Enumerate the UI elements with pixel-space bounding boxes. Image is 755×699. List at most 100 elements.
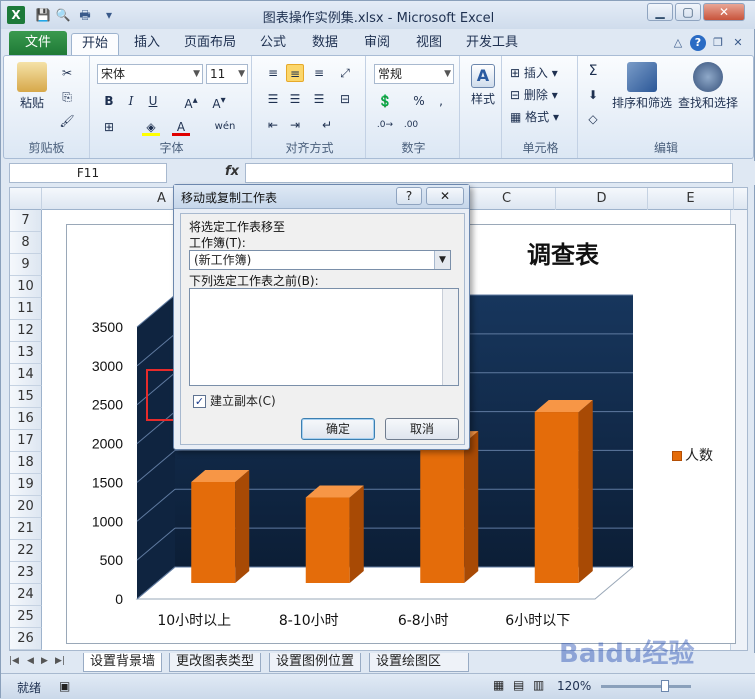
- row-header[interactable]: 24: [10, 584, 42, 606]
- autosum-button[interactable]: Σ: [584, 62, 602, 80]
- tab-page-layout[interactable]: 页面布局: [177, 33, 243, 55]
- number-format-combo[interactable]: 常规 ▼: [374, 64, 454, 84]
- list-scrollbar[interactable]: [442, 289, 458, 385]
- comma-button[interactable]: ,: [432, 92, 450, 110]
- row-header[interactable]: 22: [10, 540, 42, 562]
- row-header[interactable]: 7: [10, 210, 42, 232]
- shrink-font-icon[interactable]: A▾: [210, 92, 228, 111]
- align-bottom-icon[interactable]: ≡: [310, 64, 328, 82]
- formula-input[interactable]: [245, 163, 733, 183]
- format-painter-icon[interactable]: 🖌: [58, 112, 76, 130]
- row-header[interactable]: 23: [10, 562, 42, 584]
- fill-color-icon[interactable]: ◈: [142, 118, 160, 136]
- zoom-slider[interactable]: [601, 685, 691, 688]
- row-header[interactable]: 9: [10, 254, 42, 276]
- sheet-tab[interactable]: 设置背景墙: [83, 653, 163, 672]
- phonetic-icon[interactable]: wén: [210, 118, 240, 136]
- bold-button[interactable]: B: [100, 92, 118, 110]
- row-header[interactable]: 15: [10, 386, 42, 408]
- row-header[interactable]: 21: [10, 518, 42, 540]
- tab-formulas[interactable]: 公式: [253, 33, 293, 55]
- prev-sheet-icon[interactable]: ◀: [27, 656, 34, 666]
- sort-filter-button[interactable]: 排序和筛选: [610, 62, 674, 111]
- row-header[interactable]: 20: [10, 496, 42, 518]
- orientation-icon[interactable]: ⤢: [336, 64, 354, 82]
- dialog-help-button[interactable]: ?: [396, 187, 422, 205]
- collapse-ribbon-icon[interactable]: △: [670, 35, 686, 51]
- align-middle-icon[interactable]: ≡: [286, 64, 304, 82]
- last-sheet-icon[interactable]: ▶|: [55, 656, 65, 666]
- name-box[interactable]: F11: [9, 163, 167, 183]
- copy-icon[interactable]: ⎘: [58, 88, 76, 106]
- currency-icon[interactable]: 💲: [376, 92, 394, 110]
- restore-icon[interactable]: ❐: [710, 35, 726, 51]
- font-size-combo[interactable]: 11 ▼: [206, 64, 248, 84]
- align-right-icon[interactable]: ☰: [310, 90, 328, 108]
- format-cells-button[interactable]: ▦ 格式 ▾: [510, 108, 559, 125]
- decrease-indent-icon[interactable]: ⇤: [264, 116, 282, 134]
- tab-file[interactable]: 文件: [9, 31, 67, 55]
- tab-home[interactable]: 开始: [71, 33, 119, 55]
- macro-record-icon[interactable]: ▣: [59, 679, 70, 693]
- page-layout-view-icon[interactable]: ▤: [513, 678, 524, 692]
- find-select-button[interactable]: 查找和选择: [676, 62, 740, 111]
- chart-legend[interactable]: 人数: [672, 445, 713, 465]
- tab-developer[interactable]: 开发工具: [459, 33, 525, 55]
- row-header[interactable]: 10: [10, 276, 42, 298]
- align-top-icon[interactable]: ≡: [264, 64, 282, 82]
- row-header[interactable]: 12: [10, 320, 42, 342]
- row-header[interactable]: 13: [10, 342, 42, 364]
- percent-button[interactable]: %: [410, 92, 428, 110]
- before-sheet-list[interactable]: [189, 288, 459, 386]
- row-header[interactable]: 26: [10, 628, 42, 650]
- row-header[interactable]: 18: [10, 452, 42, 474]
- select-all-corner[interactable]: [10, 188, 42, 210]
- column-header-c[interactable]: C: [458, 188, 556, 210]
- first-sheet-icon[interactable]: |◀: [9, 656, 19, 666]
- zoom-slider-handle[interactable]: [661, 680, 669, 692]
- dialog-close-button[interactable]: ✕: [426, 187, 464, 205]
- align-left-icon[interactable]: ☰: [264, 90, 282, 108]
- ok-button[interactable]: 确定: [301, 418, 375, 440]
- row-header[interactable]: 25: [10, 606, 42, 628]
- close-workbook-icon[interactable]: ✕: [730, 35, 746, 51]
- align-center-icon[interactable]: ☰: [286, 90, 304, 108]
- font-name-combo[interactable]: 宋体 ▼: [97, 64, 203, 84]
- underline-button[interactable]: U: [144, 92, 162, 110]
- row-header[interactable]: 14: [10, 364, 42, 386]
- insert-cells-button[interactable]: ⊞ 插入 ▾: [510, 64, 558, 81]
- clear-icon[interactable]: ◇: [584, 110, 602, 128]
- row-header[interactable]: 19: [10, 474, 42, 496]
- sheet-tab[interactable]: 设置绘图区: [369, 653, 469, 672]
- delete-cells-button[interactable]: ⊟ 删除 ▾: [510, 86, 558, 103]
- sheet-tab[interactable]: 设置图例位置: [269, 653, 362, 672]
- page-break-view-icon[interactable]: ▥: [533, 678, 544, 692]
- cut-icon[interactable]: ✂: [58, 64, 76, 82]
- insert-function-icon[interactable]: fx: [225, 164, 239, 179]
- next-sheet-icon[interactable]: ▶: [41, 656, 48, 666]
- italic-button[interactable]: I: [122, 92, 140, 110]
- font-color-button[interactable]: A: [172, 118, 190, 136]
- create-copy-checkbox[interactable]: ✓ 建立副本(C): [193, 392, 276, 409]
- paste-button[interactable]: 粘贴: [12, 62, 52, 111]
- merge-center-icon[interactable]: ⊟: [336, 90, 354, 108]
- column-header-d[interactable]: D: [556, 188, 648, 210]
- cancel-button[interactable]: 取消: [385, 418, 459, 440]
- border-icon[interactable]: ⊞: [100, 118, 118, 136]
- row-header[interactable]: 11: [10, 298, 42, 320]
- wrap-text-icon[interactable]: ↵: [318, 116, 336, 134]
- close-button[interactable]: ✕: [703, 3, 745, 21]
- grow-font-icon[interactable]: A▴: [182, 92, 200, 111]
- decrease-decimal-icon[interactable]: .00: [402, 116, 420, 134]
- help-icon[interactable]: ?: [690, 35, 706, 51]
- fill-icon[interactable]: ⬇: [584, 86, 602, 104]
- minimize-button[interactable]: ▁: [647, 3, 673, 21]
- column-header-e[interactable]: E: [648, 188, 734, 210]
- sheet-tab[interactable]: 更改图表类型: [169, 653, 262, 672]
- increase-decimal-icon[interactable]: .0→: [376, 116, 394, 134]
- row-header[interactable]: 17: [10, 430, 42, 452]
- workbook-select[interactable]: (新工作簿) ▼: [189, 250, 451, 270]
- normal-view-icon[interactable]: ▦: [493, 678, 504, 692]
- increase-indent-icon[interactable]: ⇥: [286, 116, 304, 134]
- tab-view[interactable]: 视图: [407, 33, 451, 55]
